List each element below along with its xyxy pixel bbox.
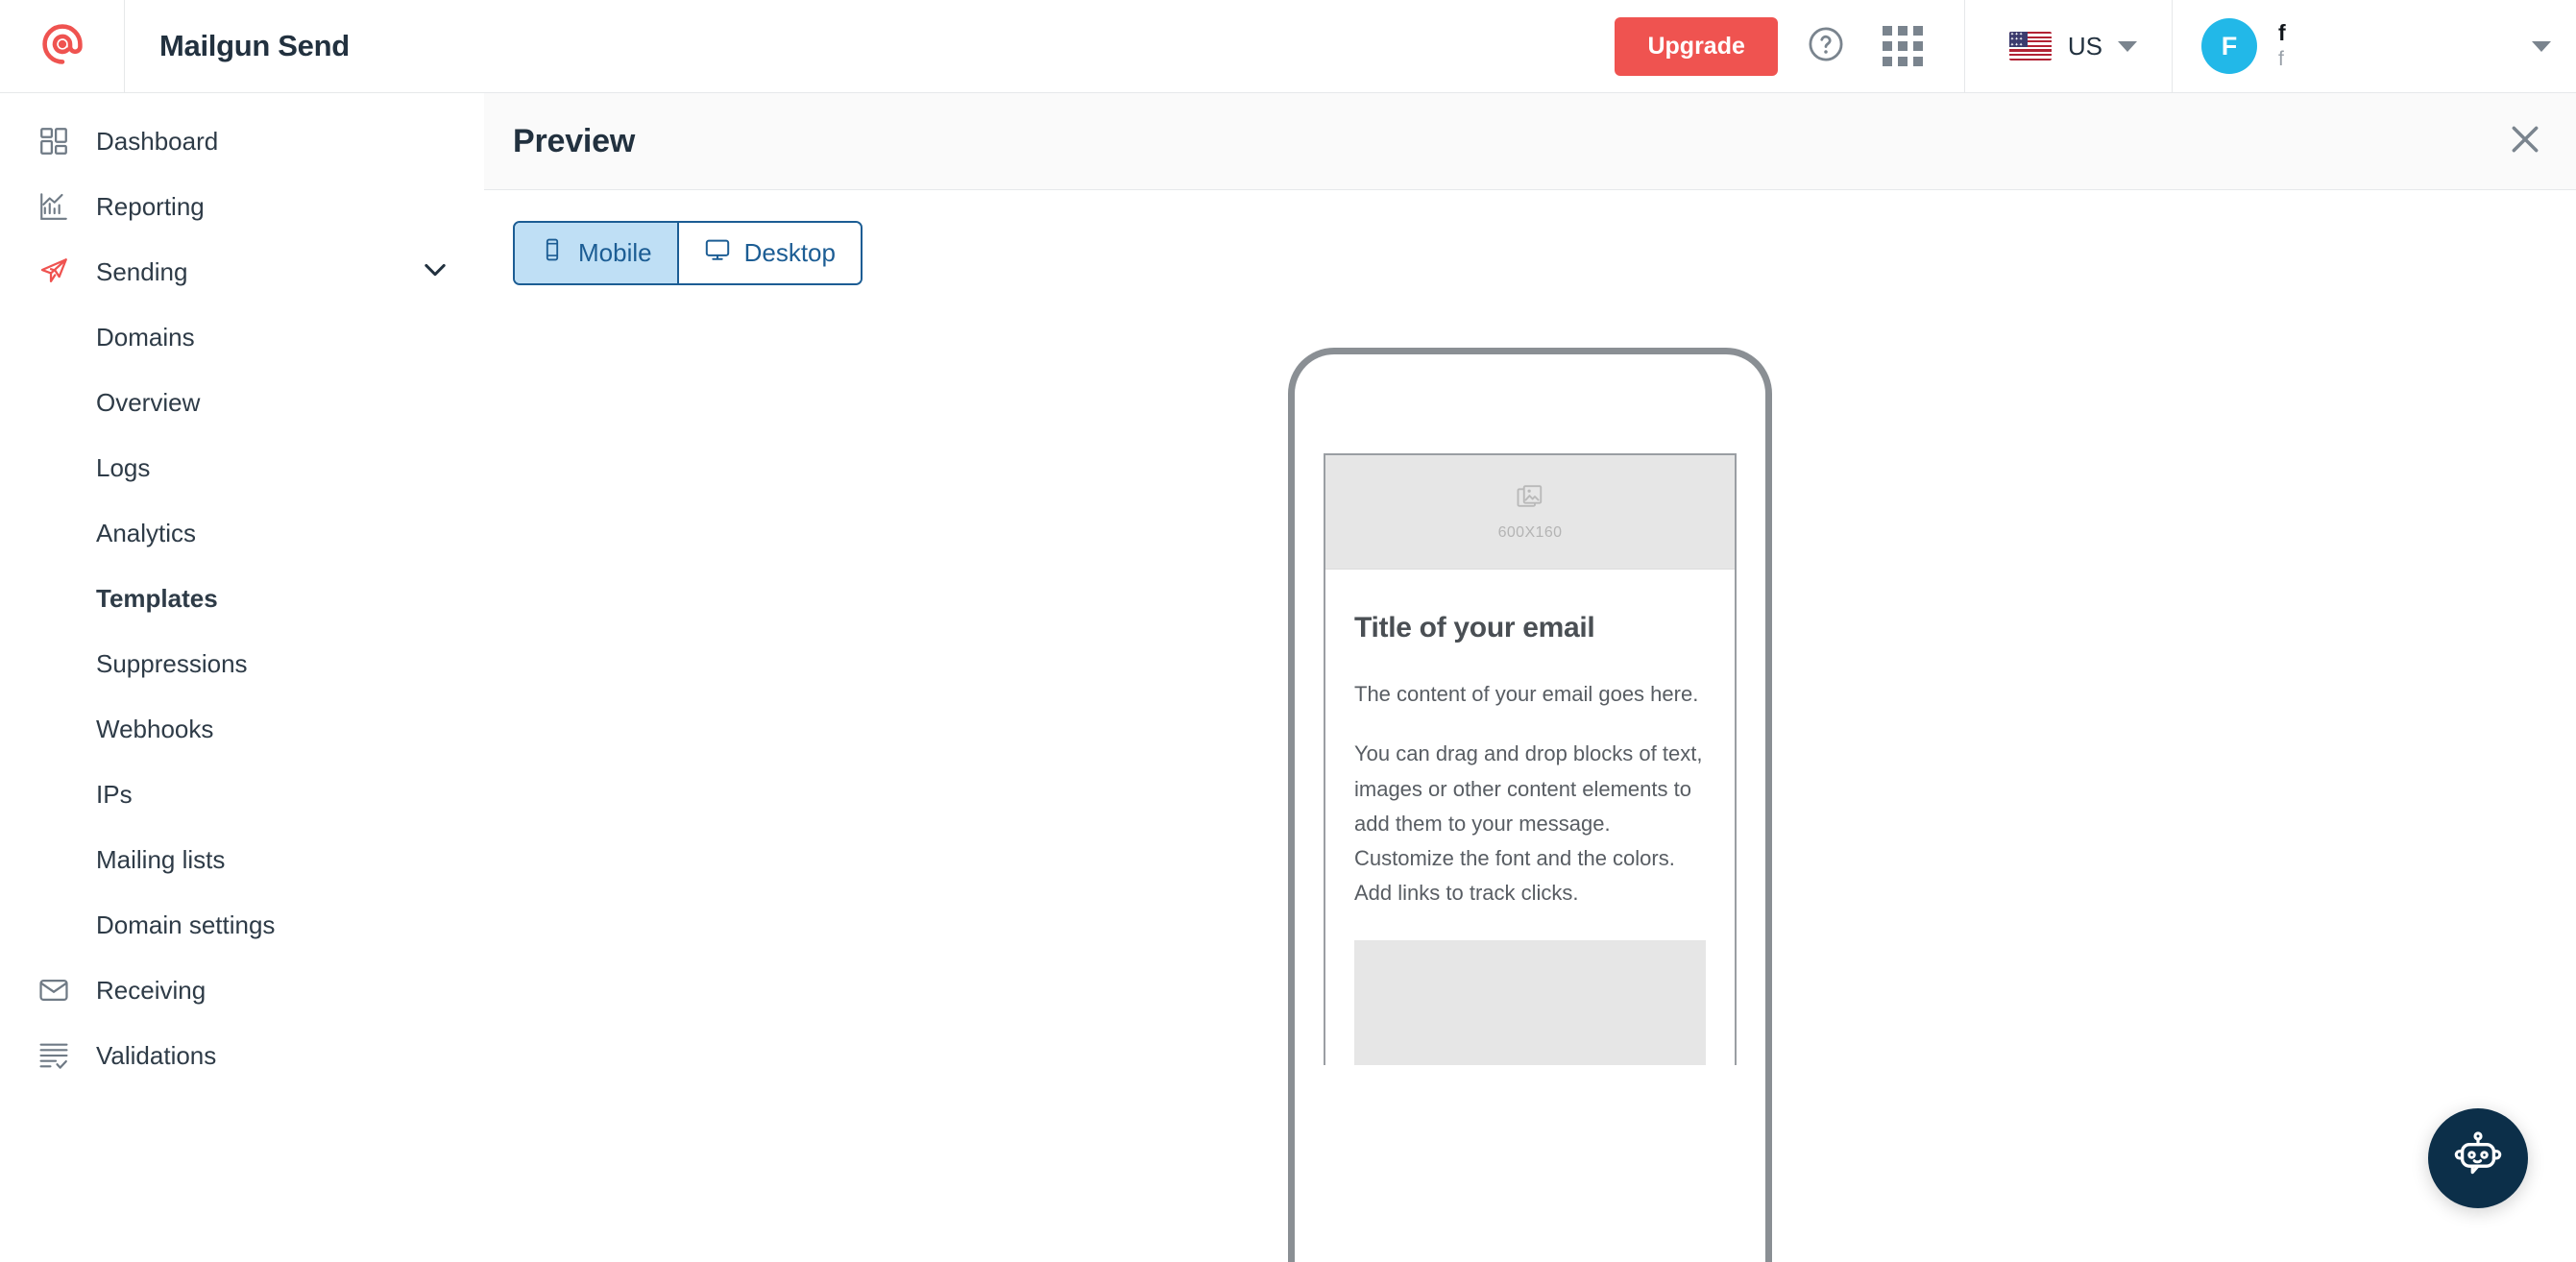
chevron-down-icon[interactable] [419,254,451,291]
sidebar-item-overview[interactable]: Overview [0,370,484,435]
user-menu[interactable]: F f f [2173,0,2576,92]
mailgun-at-logo-icon [37,19,87,74]
sidebar-item-label: Webhooks [96,714,214,743]
sidebar-item-label: Templates [96,583,218,613]
sidebar-item-dashboard[interactable]: Dashboard [0,109,484,174]
phone-frame: 600X160 Title of your email The content … [1288,348,1772,1262]
sidebar-item-label: Logs [96,452,151,482]
phone-preview-wrapper: 600X160 Title of your email The content … [484,348,2576,1262]
robot-chat-icon [2450,1129,2506,1189]
sidebar-item-templates[interactable]: Templates [0,566,484,631]
page-title: Mailgun Send [159,29,350,62]
us-flag-icon: ✦✦✦ ✦✦✦ ✦✦✦ [2008,32,2052,61]
sidebar-item-sending[interactable]: Sending [0,239,484,304]
preview-title: Preview [513,122,636,159]
email-paragraph: The content of your email goes here. [1354,682,1699,706]
email-hero-image-placeholder: 600X160 [1325,455,1735,570]
mobile-phone-icon [540,237,565,269]
sidebar: Dashboard Reporting Sending Domains Overview… [0,93,484,1262]
upgrade-button[interactable]: Upgrade [1615,16,1778,76]
tab-desktop[interactable]: Desktop [676,223,861,283]
sidebar-item-suppressions[interactable]: Suppressions [0,631,484,696]
user-name: f [2278,20,2286,46]
sidebar-item-analytics[interactable]: Analytics [0,500,484,566]
sidebar-item-domain-settings[interactable]: Domain settings [0,892,484,958]
sidebar-item-label: Sending [96,256,188,286]
envelope-icon [33,969,75,1011]
sidebar-item-receiving[interactable]: Receiving [0,958,484,1023]
email-paragraph: You can drag and drop blocks of text, im… [1354,741,1703,906]
sidebar-item-reporting[interactable]: Reporting [0,174,484,239]
user-caret-down-icon [2532,40,2551,52]
sidebar-item-label: Validations [96,1040,217,1070]
chart-bars-icon [33,185,75,228]
sidebar-item-label: Suppressions [96,648,248,678]
tab-desktop-label: Desktop [743,238,836,267]
sidebar-item-label: Overview [96,387,201,417]
preview-panel: Preview Mobile Desktop 600X160 Title of … [484,93,2576,1262]
locale-label: US [2067,31,2102,61]
sidebar-item-ips[interactable]: IPs [0,762,484,827]
sidebar-item-label: IPs [96,779,133,809]
sidebar-item-validations[interactable]: Validations [0,1023,484,1088]
app-logo[interactable] [0,0,125,92]
caret-down-icon [2118,40,2137,52]
paper-plane-icon [33,251,75,293]
locale-selector[interactable]: ✦✦✦ ✦✦✦ ✦✦✦ US [1963,0,2173,92]
sidebar-item-label: Domain settings [96,910,276,939]
image-placeholder-icon [1516,483,1544,517]
sidebar-item-mailing-lists[interactable]: Mailing lists [0,827,484,892]
top-bar: Mailgun Send Upgrade ✦✦✦ ✦✦✦ ✦✦✦ US F f … [0,0,2576,93]
hero-dimensions-label: 600X160 [1497,523,1563,541]
chat-assistant-button[interactable] [2428,1108,2528,1208]
sidebar-item-label: Receiving [96,975,207,1005]
tab-mobile-label: Mobile [578,238,652,267]
dashboard-grid-icon [33,120,75,162]
user-subtitle: f [2278,47,2284,70]
sidebar-item-logs[interactable]: Logs [0,435,484,500]
preview-header: Preview [484,93,2576,190]
sidebar-item-label: Dashboard [96,126,219,156]
sidebar-item-webhooks[interactable]: Webhooks [0,696,484,762]
close-x-icon [2506,120,2544,163]
desktop-monitor-icon [704,236,731,270]
user-text: f f [2278,20,2286,72]
sidebar-item-label: Mailing lists [96,844,226,874]
sidebar-item-label: Reporting [96,191,205,221]
email-document: 600X160 Title of your email The content … [1324,453,1737,1065]
tab-mobile[interactable]: Mobile [515,223,677,283]
sidebar-item-label: Domains [96,322,195,352]
email-content-block-placeholder [1354,939,1706,1065]
view-toggle-group: Mobile Desktop [513,221,863,285]
apps-grid-icon [1882,26,1923,66]
apps-button[interactable] [1874,17,1932,75]
sidebar-item-domains[interactable]: Domains [0,304,484,370]
sidebar-item-label: Analytics [96,518,197,547]
list-check-icon [33,1034,75,1077]
help-circle-icon [1806,24,1846,69]
email-title: Title of your email [1354,612,1595,643]
email-body: Title of your email The content of your … [1325,570,1735,911]
view-toggle-row: Mobile Desktop [484,190,2576,285]
avatar: F [2201,18,2257,74]
help-button[interactable] [1797,17,1855,75]
close-panel-button[interactable] [2497,113,2553,169]
